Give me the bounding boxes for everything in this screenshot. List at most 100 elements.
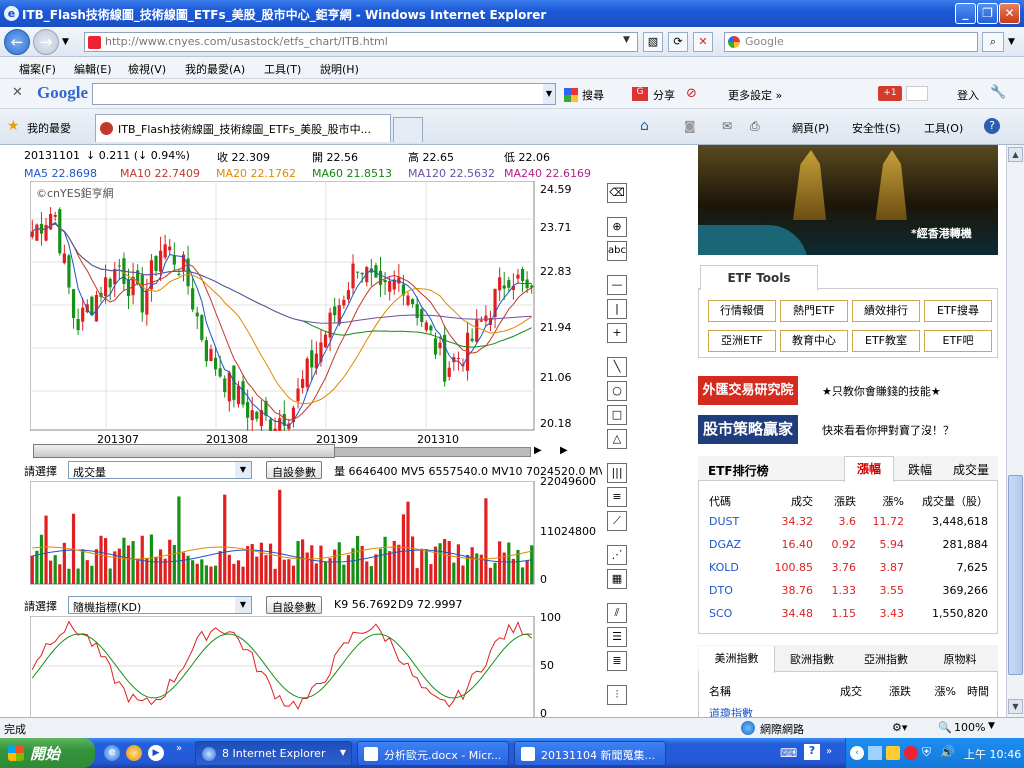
etf-tool-button-5[interactable]: 教育中心 [780,330,848,352]
parallel-lines-tool-icon[interactable]: ||| [607,463,627,483]
fibonacci-tool-icon[interactable]: ☰ [607,627,627,647]
menu-help[interactable]: 說明(H) [320,61,359,77]
triangle-tool-icon[interactable]: △ [607,429,627,449]
quicklaunch-ie-icon[interactable]: e [104,745,120,761]
zoom-level[interactable]: 100% [954,721,985,734]
tab-losers[interactable]: 跌幅 [898,461,942,478]
search-icon[interactable]: ⌕ [982,32,1004,52]
print-icon[interactable]: ⎙ [750,119,760,134]
grid-lines-tool-icon[interactable]: ≡ [607,487,627,507]
rank-code[interactable]: SCO [709,607,732,620]
etf-tool-button-2[interactable]: 績效排行 [852,300,920,322]
start-button[interactable]: 開始 [0,738,95,768]
page-menu[interactable]: 網頁(P) [792,120,829,136]
quicklaunch-more-icon[interactable]: » [176,743,182,754]
favorites-button[interactable]: 我的最愛 [27,120,71,136]
gann-fan-tool-icon[interactable]: ⋰ [607,545,627,565]
task-news-collection[interactable]: 20131104 新聞蒐集... [514,741,666,766]
chart-scroll-end-icon[interactable]: ▶ [560,445,568,456]
trend-line-tool-icon[interactable]: ╲ [607,357,627,377]
kd-chart[interactable] [30,616,535,717]
recent-pages-dropdown-icon[interactable]: ▼ [62,37,69,47]
price-chart[interactable] [30,181,535,431]
google-login-link[interactable]: 登入 [957,87,979,103]
rank-code[interactable]: DUST [709,515,739,528]
tab-europe-index[interactable]: 歐洲指數 [776,651,848,667]
ellipse-tool-icon[interactable]: ○ [607,381,627,401]
text-tool-icon[interactable]: abc [607,241,627,261]
travel-banner[interactable]: *經香港轉機 [698,145,998,255]
tab-americas-index[interactable]: 美洲指數 [699,646,775,673]
maximize-button[interactable]: ❐ [977,3,998,24]
help-tray-icon[interactable]: ? [804,744,820,760]
ad-forex-text[interactable]: ★只教你會賺錢的技能★ [822,383,941,399]
volume-chart[interactable] [30,481,535,585]
scroll-down-icon[interactable]: ▼ [1008,699,1023,714]
toolbar-close-icon[interactable]: ✕ [12,85,23,100]
page-scrollbar[interactable]: ▲ ▼ [1006,145,1024,717]
cycle-tool-icon[interactable]: ⫶ [607,685,627,705]
index-row-dow[interactable]: 道瓊指數 [709,705,753,717]
security-tray-icon[interactable] [904,746,918,760]
google-share-button[interactable]: 分享 [653,87,675,103]
etf-tool-button-7[interactable]: ETF吧 [924,330,992,352]
cross-line-tool-icon[interactable]: + [607,323,627,343]
quicklaunch-media-icon[interactable]: ▶ [148,745,164,761]
keyboard-icon[interactable]: ⌨ [780,746,797,760]
tab-gainers[interactable]: 漲幅 [844,456,894,482]
tray-expand-icon[interactable]: » [826,746,832,757]
tab-active-page[interactable]: ITB_Flash技術線圖_技術線圖_ETFs_美股_股市中... [95,114,391,142]
rank-code[interactable]: DGAZ [709,538,741,551]
grid-pattern-tool-icon[interactable]: ▦ [607,569,627,589]
vertical-line-tool-icon[interactable]: | [607,299,627,319]
etf-tool-button-3[interactable]: ETF搜尋 [924,300,992,322]
url-input[interactable]: http://www.cnyes.com/usastock/etfs_chart… [84,32,638,52]
task-internet-explorer[interactable]: 8 Internet Explorer ▼ [195,741,352,766]
close-button[interactable]: ✕ [999,3,1020,24]
tray-collapse-icon[interactable]: ‹ [850,746,864,760]
fan-lines-tool-icon[interactable]: ⟋ [607,511,627,531]
gplus-one-button[interactable]: +1 [878,86,902,101]
minimize-button[interactable]: _ [955,3,976,24]
compat-view-icon[interactable]: ▧ [643,32,663,52]
tools-menu[interactable]: 工具(O) [924,120,963,136]
rank-code[interactable]: DTO [709,584,733,597]
search-options-icon[interactable]: ▼ [1008,37,1015,47]
eraser-tool-icon[interactable]: ⌫ [607,183,627,203]
google-more-settings-button[interactable]: 更多設定 » [728,87,782,103]
menu-file[interactable]: 檔案(F) [19,61,56,77]
ad-forex-badge[interactable]: 外匯交易研究院 [698,376,798,405]
chart-range-thumb[interactable] [33,444,335,458]
quicklaunch-chrome-icon[interactable] [126,745,142,761]
google-search-dropdown-icon[interactable]: ▼ [543,84,555,104]
etf-tool-button-1[interactable]: 熱門ETF [780,300,848,322]
new-tab-button[interactable] [393,117,423,142]
forward-button[interactable]: → [33,29,59,55]
refresh-icon[interactable]: ⟳ [668,32,688,52]
tab-volume[interactable]: 成交量 [946,461,996,478]
menu-view[interactable]: 檢視(V) [128,61,166,77]
speed-lines-tool-icon[interactable]: ⫽ [607,603,627,623]
menu-favorites[interactable]: 我的最愛(A) [185,61,245,77]
ad-strategy-text[interactable]: 快來看看你押對寶了沒！？ [822,422,954,438]
rectangle-tool-icon[interactable]: □ [607,405,627,425]
tab-commodities[interactable]: 原物料 [924,651,996,667]
rank-code[interactable]: KOLD [709,561,739,574]
etf-tool-button-4[interactable]: 亞洲ETF [708,330,776,352]
horizontal-line-tool-icon[interactable]: — [607,275,627,295]
ad-strategy-badge[interactable]: 股市策略贏家 [698,415,798,444]
clock[interactable]: 上午 10:46 [964,746,1021,762]
protected-mode-icon[interactable]: ⚙▾ [892,721,907,734]
scroll-up-icon[interactable]: ▲ [1008,147,1023,162]
mail-icon[interactable]: ✉ [722,119,732,133]
wrench-icon[interactable]: 🔧 [990,85,1006,100]
help-icon[interactable]: ? [984,118,1000,134]
volume-indicator-select[interactable]: 成交量 ▼ [68,461,252,479]
tab-asia-index[interactable]: 亞洲指數 [850,651,922,667]
task-word-document[interactable]: 分析歐元.docx - Micr... [357,741,509,766]
antivirus-icon[interactable] [886,746,900,760]
stop-icon[interactable]: ✕ [693,32,713,52]
search-input[interactable]: Google [724,32,978,52]
zoom-dropdown-icon[interactable]: ▼ [988,721,995,731]
url-dropdown-icon[interactable]: ▼ [623,35,630,45]
